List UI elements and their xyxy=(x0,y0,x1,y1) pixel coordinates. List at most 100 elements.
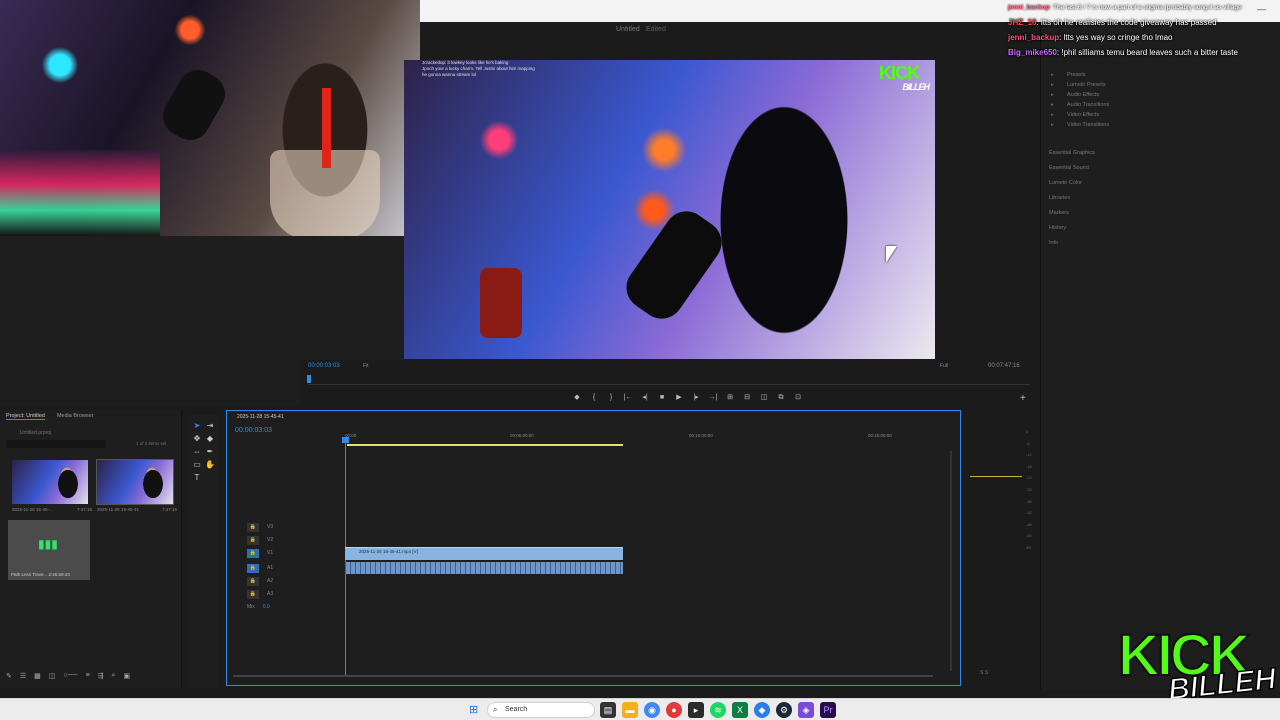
step-back-icon[interactable]: ◂| xyxy=(640,393,650,402)
pencil-icon[interactable]: ✎ xyxy=(6,672,12,680)
type-tool-icon[interactable]: T xyxy=(192,473,202,483)
clip-thumbnail[interactable] xyxy=(96,459,174,505)
mark-out-icon[interactable]: } xyxy=(606,393,616,402)
timeline-vertical-scrollbar[interactable] xyxy=(950,451,952,671)
automate-icon[interactable]: ⇶ xyxy=(98,672,104,680)
tab-media-browser[interactable]: Media Browser xyxy=(57,413,94,420)
tab-project[interactable]: Project: Untitled xyxy=(6,413,45,420)
energy-can xyxy=(480,268,522,338)
sequence-tab[interactable]: 2025-11-28 15-45-41 xyxy=(237,414,284,420)
export-frame-icon[interactable]: ⧉ xyxy=(776,393,786,402)
project-search-input[interactable] xyxy=(6,440,106,448)
track-header-v2[interactable]: 🔒 V2 xyxy=(247,534,342,546)
freeform-view-icon[interactable]: ◫ xyxy=(49,672,56,680)
selection-tool-icon[interactable]: ➤ xyxy=(192,421,202,431)
go-to-in-icon[interactable]: |← xyxy=(623,393,633,402)
panel-tab[interactable]: History xyxy=(1049,221,1095,236)
taskbar-search[interactable]: ⌕ Search xyxy=(487,702,595,718)
pen-tool-icon[interactable]: ✒ xyxy=(205,447,215,457)
clip-caption: 2025-11-28 15-45-41 7:47:16 xyxy=(97,507,177,512)
spotify-icon[interactable]: ≋ xyxy=(710,702,726,718)
zoom-slider[interactable]: ○── xyxy=(63,672,77,680)
playhead-marker[interactable] xyxy=(307,375,311,383)
playhead-timecode[interactable]: 00:00:03:03 xyxy=(308,363,340,369)
chrome-icon[interactable]: ◉ xyxy=(644,702,660,718)
compare-icon[interactable]: ◫ xyxy=(759,393,769,402)
zoom-select[interactable]: Fit xyxy=(363,363,369,369)
audio-clip[interactable] xyxy=(345,562,623,574)
panel-tab[interactable]: Libraries xyxy=(1049,191,1095,206)
microphone xyxy=(155,62,233,148)
go-to-out-icon[interactable]: →| xyxy=(708,393,718,402)
premiere-pro-icon[interactable]: Pr xyxy=(820,702,836,718)
extract-icon[interactable]: ⊟ xyxy=(742,393,752,402)
effects-folder[interactable]: Presets xyxy=(1049,70,1109,80)
effects-folder[interactable]: Audio Effects xyxy=(1049,90,1109,100)
track-header-mix[interactable]: Mix 0.0 xyxy=(247,601,342,613)
timeline-timecode[interactable]: 00:00:03:03 xyxy=(235,427,272,434)
settings-icon[interactable]: ⊡ xyxy=(793,393,803,402)
panel-tab[interactable]: Info xyxy=(1049,236,1095,251)
effects-folder[interactable]: Video Effects xyxy=(1049,110,1109,120)
ruler-tick: 00:15:00:00 xyxy=(868,433,892,438)
dark-app-icon[interactable]: ▸ xyxy=(688,702,704,718)
panel-tab[interactable]: Lumetri Color xyxy=(1049,176,1095,191)
slip-tool-icon[interactable]: ⇔ xyxy=(192,447,202,457)
track-header-a1[interactable]: 🔒 A1 xyxy=(247,562,342,574)
solo-buttons[interactable]: S S xyxy=(980,670,988,676)
track-header-v3[interactable]: 🔒 V3 xyxy=(247,521,342,533)
audio-clip-thumbnail[interactable]: ▮▮▮ Path Less Trave... 2:46:59:43 xyxy=(8,520,90,580)
icon-view-icon[interactable]: ▦ xyxy=(34,672,41,680)
chat-overlay: jenni_backup: The last 6 / 7 is now a pa… xyxy=(1004,0,1280,60)
panel-tab[interactable]: Markers xyxy=(1049,206,1095,221)
effects-folder[interactable]: Lumetri Presets xyxy=(1049,80,1109,90)
work-area-bar[interactable] xyxy=(347,444,623,446)
track-select-icon[interactable]: ⇥ xyxy=(205,421,215,431)
search-icon[interactable]: ⌕ xyxy=(112,672,116,680)
edited-label: Edited xyxy=(646,26,666,33)
steam-icon[interactable]: ⚙ xyxy=(776,702,792,718)
windows-start-icon[interactable]: ⊞ xyxy=(469,704,481,716)
rectangle-tool-icon[interactable]: ▭ xyxy=(192,460,202,470)
red-app-icon[interactable]: ● xyxy=(666,702,682,718)
excel-icon[interactable]: X xyxy=(732,702,748,718)
new-item-icon[interactable]: ▣ xyxy=(123,672,130,680)
effects-folder[interactable]: Video Transitions xyxy=(1049,120,1109,130)
clip-caption: 2025-11-28 15-45-... 7:47:16 xyxy=(12,507,92,512)
panel-tab[interactable]: Essential Graphics xyxy=(1049,146,1095,161)
track-header-a2[interactable]: 🔒 A2 xyxy=(247,575,342,587)
add-marker-icon[interactable]: ◆ xyxy=(572,393,582,402)
play-icon[interactable]: ▶ xyxy=(674,393,684,402)
step-forward-icon[interactable]: |▸ xyxy=(691,393,701,402)
waveform-icon: ▮▮▮ xyxy=(38,537,58,551)
resolution-select[interactable]: Full xyxy=(940,363,948,369)
program-monitor-video[interactable]: Jcrackedup: it lowkey looks like he's ba… xyxy=(404,60,935,359)
list-view-icon[interactable]: ☰ xyxy=(20,672,26,680)
hand-tool-icon[interactable]: ✋ xyxy=(205,460,215,470)
scrub-bar[interactable] xyxy=(308,378,1030,385)
track-header-a3[interactable]: 🔒 A3 xyxy=(247,588,342,600)
stop-icon[interactable]: ■ xyxy=(657,393,667,402)
track-header-v1[interactable]: 🔒 V1 xyxy=(247,547,342,559)
lift-icon[interactable]: ⊞ xyxy=(725,393,735,402)
mark-in-icon[interactable]: { xyxy=(589,393,599,402)
clip-thumbnail[interactable] xyxy=(12,460,88,504)
project-title: Untitled xyxy=(616,26,640,33)
blue-app-icon[interactable]: ◆ xyxy=(754,702,770,718)
items-count: 1 of 3 items sel. xyxy=(136,441,168,446)
ruler-tick: 00:10:00:00 xyxy=(689,433,713,438)
file-explorer-icon[interactable]: ▬ xyxy=(622,702,638,718)
tools-panel: ➤ ⇥ ✥ ◆ ⇔ ✒ ▭ ✋ T xyxy=(188,415,218,688)
add-button-icon[interactable]: + xyxy=(1020,393,1026,404)
sort-icon[interactable]: ≡ xyxy=(86,672,90,680)
video-chat-overlay: Jcrackedup: it lowkey looks like he's ba… xyxy=(422,60,572,78)
purple-app-icon[interactable]: ◈ xyxy=(798,702,814,718)
video-clip[interactable]: 2025-11-28 15-45-41.mp4 [V] xyxy=(345,547,623,560)
task-view-icon[interactable]: ▤ xyxy=(600,702,616,718)
move-tool-icon[interactable]: ✥ xyxy=(192,434,202,444)
effects-folder[interactable]: Audio Transitions xyxy=(1049,100,1109,110)
panel-tab[interactable]: Essential Sound xyxy=(1049,161,1095,176)
timeline-scrollbar[interactable] xyxy=(233,675,933,677)
razor-tool-icon[interactable]: ◆ xyxy=(205,434,215,444)
audio-meters: 0 -6 -12 -18 -24 -30 -36 -42 -48 -54 dB S S xyxy=(964,420,1040,688)
